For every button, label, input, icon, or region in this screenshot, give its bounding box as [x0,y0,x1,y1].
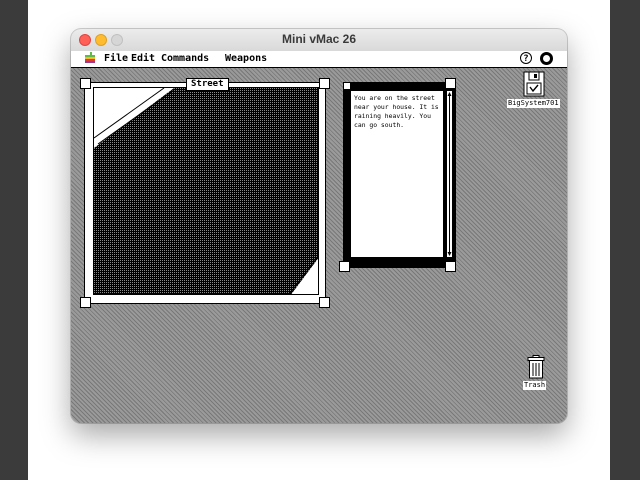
resize-handle-bottom-left[interactable] [80,297,91,308]
message-text: You are on the street near your house. I… [354,94,439,129]
street-window-title[interactable]: Street [186,78,229,91]
floppy-disk-icon[interactable] [523,71,545,97]
scrollbar[interactable] [446,90,453,258]
resize-handle-bottom-right[interactable] [445,261,456,272]
close-box[interactable] [343,82,351,90]
trash-label[interactable]: Trash [523,381,547,390]
mac-desktop: File Edit Commands Weapons ? Street You … [71,51,567,423]
menu-file[interactable]: File [104,52,128,66]
help-icon[interactable]: ? [520,52,532,64]
menu-bar: File Edit Commands Weapons ? [71,51,567,68]
left-background-bar [0,0,28,480]
resize-handle-bottom-right[interactable] [319,297,330,308]
resize-handle-top-right[interactable] [319,78,330,89]
message-panel: You are on the street near your house. I… [350,90,444,258]
window-title: Mini vMac 26 [281,32,357,46]
resize-handle-top-left[interactable] [80,78,91,89]
window-titlebar[interactable]: Mini vMac 26 [71,29,567,52]
street-window[interactable]: Street [80,78,330,308]
menu-edit[interactable]: Edit [131,52,155,66]
application-menu-icon[interactable] [540,52,553,65]
menu-commands[interactable]: Commands [161,52,209,66]
resize-handle-top-right[interactable] [445,78,456,89]
trash-icon[interactable] [527,355,545,379]
emulator-window: Mini vMac 26 File Edit Commands Weapons … [71,29,567,423]
right-background-bar [610,0,640,480]
apple-logo-icon[interactable] [85,52,95,68]
resize-handle-bottom-left[interactable] [339,261,350,272]
disk-label[interactable]: BigSystem701 [507,99,560,108]
street-scene-image [93,87,319,295]
menu-weapons[interactable]: Weapons [225,52,267,66]
message-window[interactable]: You are on the street near your house. I… [339,78,460,272]
